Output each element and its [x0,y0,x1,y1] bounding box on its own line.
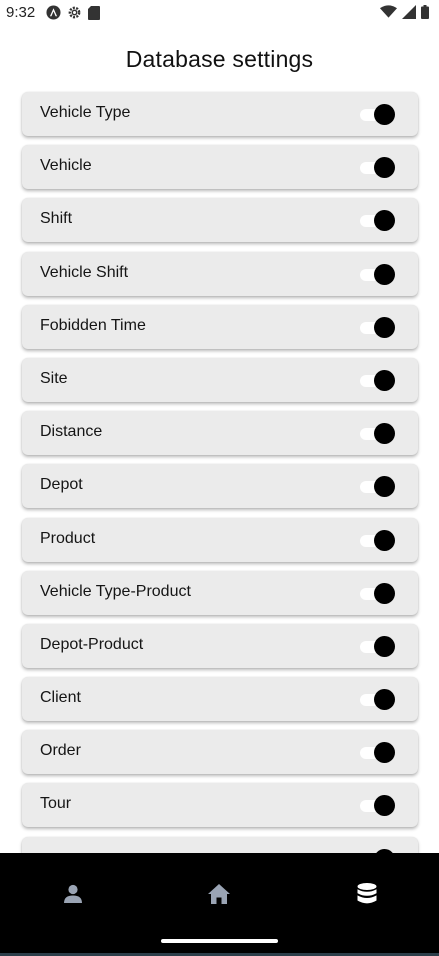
status-time: 9:32 [6,4,36,21]
setting-row-vehicle-type-product: Vehicle Type-Product [22,570,418,615]
setting-row-vehicle-shift: Vehicle Shift [22,251,418,296]
setting-row-site: Site [22,357,418,402]
setting-row-product: Product [22,517,418,562]
toggle-thumb [374,423,395,445]
setting-row-depot-product: Depot-Product [22,623,418,668]
status-icons-left [46,5,100,25]
signal-icon [402,5,416,24]
depot-toggle[interactable] [360,475,396,498]
vehicle-type-product-toggle[interactable] [360,582,396,604]
nav-home[interactable] [204,879,234,909]
setting-label: Vehicle [40,157,92,175]
person-icon [64,884,82,903]
toggle-thumb [374,476,395,498]
order-toggle[interactable] [360,741,396,764]
vehicle-type-toggle[interactable] [360,103,396,125]
vehicle-toggle[interactable] [360,156,396,179]
status-bar: 9:32 [0,0,439,26]
toggle-thumb [374,316,395,338]
setting-row-depot: Depot [22,464,418,509]
site-toggle[interactable] [360,369,396,391]
toggle-thumb [374,369,395,391]
settings-list: Vehicle Type Vehicle Shift Vehicle Shift… [22,92,418,890]
setting-row-vehicle: Vehicle [22,145,418,190]
toggle-thumb [374,635,395,657]
setting-row-forbidden-time: Fobidden Time [22,304,418,349]
toggle-thumb [374,529,395,551]
page-title: Database settings [125,46,314,72]
client-toggle[interactable] [360,688,396,711]
screen: 9:32 Database settings Vehicle Type Vehi… [0,0,439,956]
wifi-icon [380,5,397,24]
setting-label: Distance [40,423,103,441]
toggle-thumb [374,795,395,817]
nav-database[interactable] [352,879,382,909]
home-indicator[interactable] [161,939,278,943]
toggle-thumb [374,157,395,179]
toggle-thumb [374,210,395,232]
toggle-thumb [374,689,395,711]
bottom-nav [0,853,439,956]
setting-label: Product [40,529,96,547]
setting-label: Site [40,369,68,387]
setting-label: Depot-Product [40,635,144,653]
gear-icon [67,5,82,25]
distance-toggle[interactable] [360,422,396,445]
setting-label: Client [40,689,81,707]
setting-label: Order [40,742,81,760]
battery-icon [421,5,429,24]
vehicle-shift-toggle[interactable] [360,263,396,285]
setting-row-client: Client [22,677,418,722]
toggle-thumb [374,582,395,604]
setting-row-tour: Tour [22,783,418,828]
setting-row-shift: Shift [22,198,418,243]
setting-label: Shift [40,210,73,228]
status-icons-right [380,5,429,24]
setting-label: Vehicle Type [40,104,131,121]
home-icon [208,884,230,904]
tour-toggle[interactable] [360,794,396,817]
setting-label: Vehicle Type-Product [40,582,191,600]
setting-row-distance: Distance [22,411,418,456]
setting-label: Tour [40,795,72,813]
forbidden-time-toggle[interactable] [360,316,396,338]
setting-row-vehicle-type: Vehicle Type [22,92,418,136]
shift-toggle[interactable] [360,209,396,232]
setting-row-order: Order [22,730,418,775]
depot-product-toggle[interactable] [360,635,396,657]
nav-profile[interactable] [58,879,88,909]
toggle-thumb [374,104,395,125]
android-studio-icon [46,5,61,25]
database-icon [357,883,377,904]
toggle-thumb [374,263,395,285]
setting-label: Vehicle Shift [40,263,129,281]
setting-label: Depot [40,476,83,494]
product-toggle[interactable] [360,529,396,551]
toggle-thumb [374,742,395,764]
sd-card-icon [88,5,100,25]
setting-label: Fobidden Time [40,316,146,334]
